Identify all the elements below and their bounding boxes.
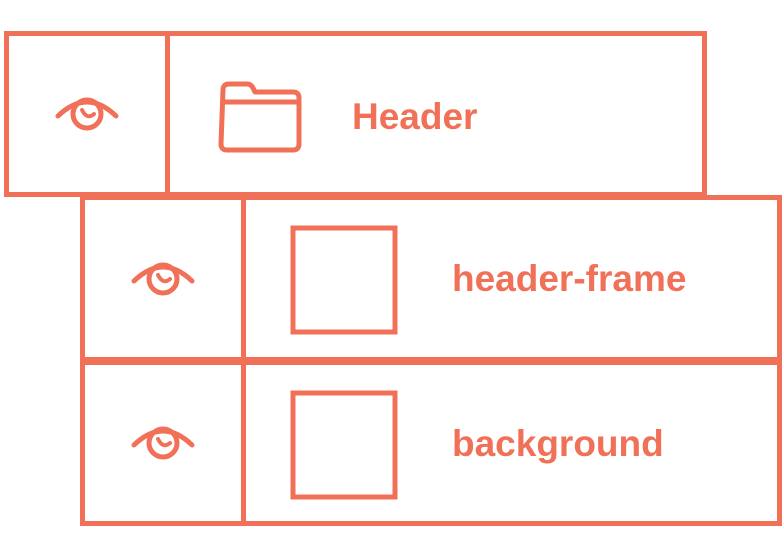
- visibility-toggle-background[interactable]: [85, 365, 246, 521]
- visibility-toggle-header[interactable]: [9, 36, 170, 192]
- folder-icon: [215, 80, 305, 154]
- layer-content-header: Header: [170, 36, 702, 192]
- layer-row-header-frame[interactable]: header-frame: [80, 195, 782, 362]
- layer-label-background: background: [452, 423, 664, 464]
- frame-square-icon: [290, 390, 400, 502]
- eye-icon: [130, 259, 196, 299]
- frame-square-icon: [290, 225, 400, 337]
- layer-content-background: background: [246, 365, 777, 521]
- layer-label-header-frame: header-frame: [452, 258, 687, 299]
- layer-row-header[interactable]: Header: [4, 31, 707, 197]
- visibility-toggle-header-frame[interactable]: [85, 200, 246, 357]
- eye-icon: [130, 423, 196, 463]
- layer-row-background[interactable]: background: [80, 360, 782, 526]
- layer-label-header: Header: [352, 96, 478, 137]
- eye-icon: [54, 94, 120, 134]
- layer-content-header-frame: header-frame: [246, 200, 777, 357]
